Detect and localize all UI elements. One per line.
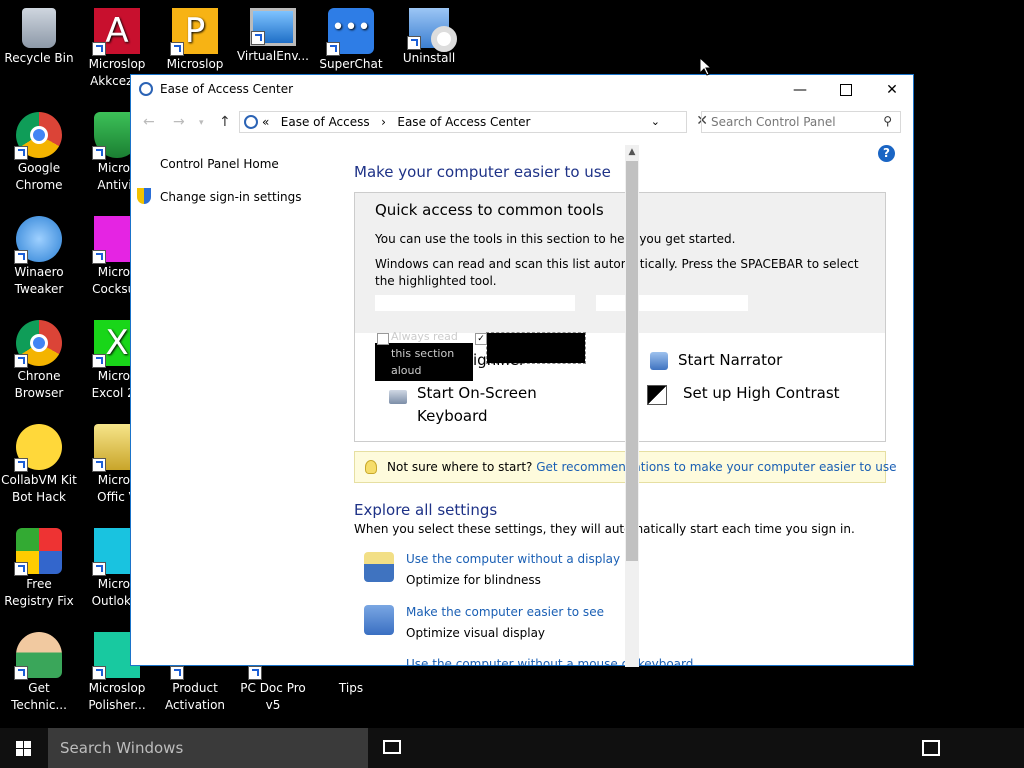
control-panel-home-link[interactable]: Control Panel Home [160, 157, 302, 171]
ease-of-access-window: Ease of Access Center — ✕ ← → ▾ ↑ « Ease… [130, 74, 914, 667]
dropdown-chevron-icon[interactable]: ⌄ [651, 115, 660, 128]
desktop-icon-microslop[interactable]: P Microslop [156, 8, 234, 73]
desktop-icon-uninstall[interactable]: Uninstall [390, 8, 468, 67]
high-contrast-icon [647, 385, 667, 405]
desktop-icon-winaero-tweaker[interactable]: Winaero Tweaker [0, 216, 78, 298]
setting-without-mouse-keyboard[interactable]: Use the computer without a mouse or keyb… [406, 654, 693, 666]
blank-field-1 [375, 295, 575, 311]
desktop-icon-superchat[interactable]: ••• SuperChat [312, 8, 390, 73]
chrome-icon [14, 320, 62, 368]
scrollbar-thumb[interactable] [626, 161, 638, 561]
always-read-label: Always read this section aloud [391, 330, 458, 377]
get-recommendations-link[interactable]: Get recommendations to make your compute… [536, 460, 896, 474]
keyboard-icon [389, 390, 407, 404]
quick-access-panel: Quick access to common tools You can use… [354, 192, 886, 442]
monitor-icon [250, 8, 296, 46]
up-arrow-icon[interactable]: ↑ [219, 114, 231, 130]
magnifier-display-icon [364, 605, 394, 635]
quick-access-title: Quick access to common tools [375, 201, 604, 219]
ease-of-access-icon [139, 82, 153, 96]
main-content: Make your computer easier to use Quick a… [354, 163, 897, 666]
change-signin-settings-link[interactable]: Change sign-in settings [137, 188, 302, 204]
start-narrator-tool[interactable]: Start Narrator [650, 349, 782, 372]
back-arrow-icon[interactable]: ← [143, 114, 155, 130]
task-view-icon[interactable] [383, 740, 401, 754]
start-button[interactable] [0, 728, 48, 768]
forward-arrow-icon[interactable]: → [173, 114, 185, 130]
chat-bubble-icon: ••• [326, 8, 374, 56]
start-magnifier-fragment[interactable]: ignifier [473, 351, 525, 369]
access-app-icon: A [92, 8, 140, 56]
taskbar: Search Windows [0, 728, 1024, 768]
uac-shield-icon [137, 188, 151, 204]
breadcrumb-ease-of-access-center[interactable]: Ease of Access Center [397, 115, 530, 129]
left-navigation: Control Panel Home Change sign-in settin… [137, 157, 302, 223]
breadcrumb: « Ease of Access › Ease of Access Center [262, 115, 531, 129]
action-center-icon[interactable] [922, 740, 940, 756]
address-bar-row: ← → ▾ ↑ « Ease of Access › Ease of Acces… [131, 111, 913, 135]
window-title: Ease of Access Center [160, 82, 294, 96]
desktop-icon-get-technic[interactable]: Get Technic... [0, 632, 78, 714]
set-up-high-contrast-tool[interactable]: Set up High Contrast [647, 382, 840, 405]
always-read-checkbox[interactable] [377, 333, 389, 345]
desktop-icon-recycle-bin[interactable]: Recycle Bin [0, 8, 78, 67]
ease-of-access-icon [244, 115, 258, 129]
registry-fix-icon [14, 528, 62, 576]
address-field[interactable]: « Ease of Access › Ease of Access Center… [239, 111, 708, 133]
desktop-icon-google-chrome[interactable]: Google Chrome [0, 112, 78, 194]
winaero-icon [14, 216, 62, 264]
explore-heading: Explore all settings [354, 501, 498, 519]
uninstall-disc-icon [407, 8, 457, 52]
chrome-icon [14, 112, 62, 160]
desktop-icon-collabvm-kit[interactable]: CollabVM Kit Bot Hack [0, 424, 78, 506]
page-heading: Make your computer easier to use [354, 163, 611, 181]
search-icon: ⚲ [883, 114, 892, 128]
desktop-icon-free-registry-fix[interactable]: Free Registry Fix [0, 528, 78, 610]
quick-access-desc-2: Windows can read and scan this list auto… [375, 257, 859, 288]
search-control-panel-input[interactable]: Search Control Panel ⚲ [701, 111, 901, 133]
recycle-bin-icon [22, 8, 56, 48]
no-display-icon [364, 552, 394, 582]
windows-logo-icon [16, 741, 32, 756]
maximize-button[interactable] [823, 75, 869, 105]
explore-subtitle: When you select these settings, they wil… [354, 522, 855, 536]
recommendation-tip: Not sure where to start? Get recommendat… [354, 451, 897, 483]
support-agent-icon [14, 632, 62, 680]
desktop-icon-virtualenv[interactable]: VirtualEnv... [234, 8, 312, 65]
desktop-icon-chrone-browser[interactable]: Chrone Browser [0, 320, 78, 402]
quick-access-desc-1: You can use the tools in this section to… [375, 232, 736, 246]
scroll-up-icon[interactable]: ▲ [625, 145, 639, 159]
smiley-icon [14, 424, 62, 472]
narrator-icon [650, 352, 668, 370]
focus-checkbox[interactable]: ✓ [475, 333, 487, 345]
search-windows-box[interactable]: Search Windows [48, 728, 368, 768]
lightbulb-icon [365, 460, 377, 474]
quick-access-header: Quick access to common tools You can use… [355, 193, 885, 333]
minimize-button[interactable]: — [777, 75, 823, 105]
start-onscreen-keyboard-tool[interactable]: Start On-Screen Keyboard [389, 382, 587, 428]
content-scrollbar[interactable]: ▲ [625, 145, 639, 667]
close-button[interactable]: ✕ [869, 75, 915, 105]
recent-chevron-icon[interactable]: ▾ [199, 118, 204, 128]
setting-without-display[interactable]: Use the computer without a display Optim… [364, 549, 620, 591]
blank-field-2 [596, 295, 748, 311]
setting-easier-to-see[interactable]: Make the computer easier to see Optimize… [364, 602, 604, 644]
help-icon[interactable]: ? [878, 145, 895, 162]
title-bar[interactable]: Ease of Access Center — ✕ [131, 75, 913, 105]
publisher-icon: P [170, 8, 218, 56]
breadcrumb-ease-of-access[interactable]: Ease of Access [281, 115, 370, 129]
